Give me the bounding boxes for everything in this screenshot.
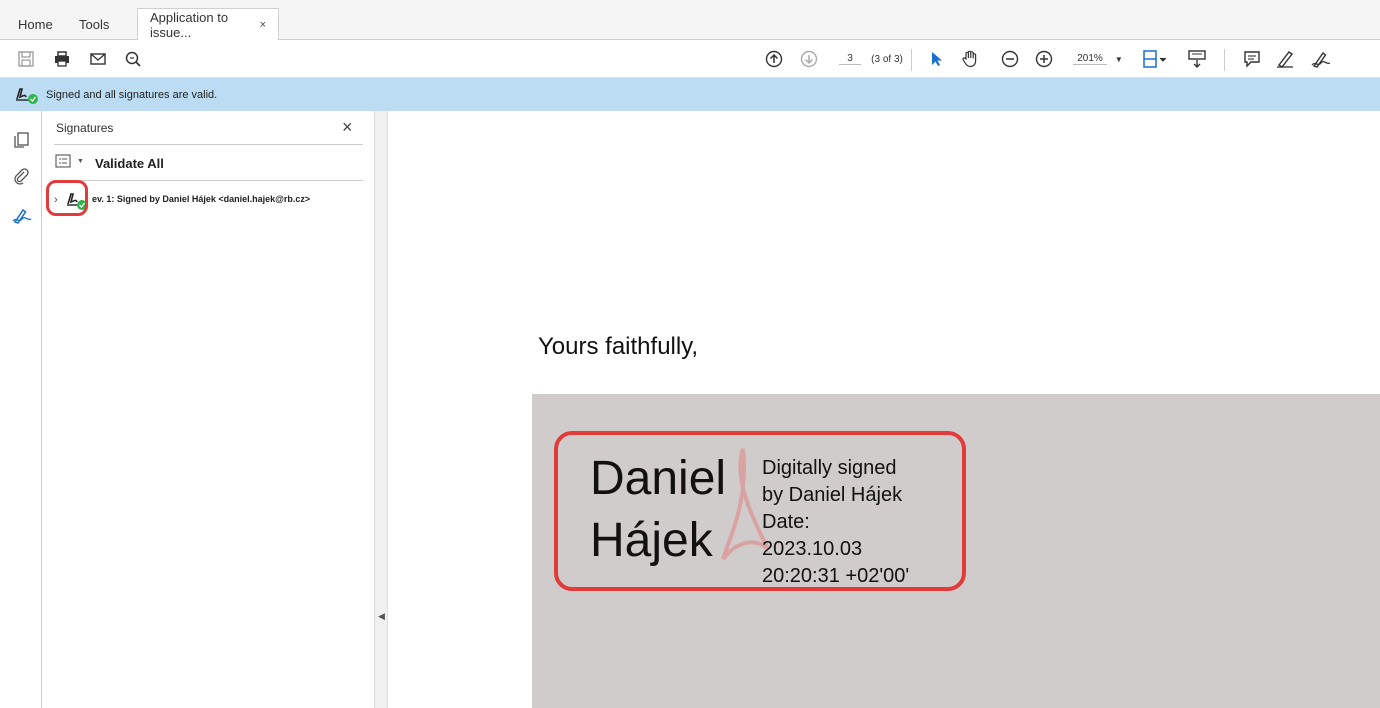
page-total: (3 of 3) [866, 40, 908, 78]
panel-divider [54, 144, 363, 145]
page-total-label: (3 of 3) [871, 53, 903, 65]
tab-document[interactable]: Application to issue... × [137, 8, 279, 41]
signatures-panel: Signatures × ▼ Validate All › ev. 1: Sig… [42, 111, 374, 708]
validate-all-button[interactable]: Validate All [95, 156, 164, 171]
options-list-icon [55, 154, 71, 168]
print-icon[interactable] [50, 40, 74, 78]
signature-status-text: Signed and all signatures are valid. [46, 88, 218, 101]
tab-document-label: Application to issue... [150, 10, 229, 40]
email-icon[interactable] [86, 40, 110, 78]
attachments-icon[interactable] [12, 167, 30, 185]
detail-line: 20:20:31 +02'00' [762, 565, 910, 587]
detail-line: Date: [762, 511, 810, 533]
scroll-mode-icon[interactable] [1183, 40, 1211, 78]
tab-bar: Home Tools Application to issue... × [0, 0, 1380, 41]
page-display-icon[interactable] [1138, 40, 1174, 78]
tab-tools[interactable]: Tools [79, 8, 109, 40]
toolbar-separator [1224, 49, 1225, 71]
toolbar: 3 (3 of 3) 201% ▼ [0, 40, 1380, 78]
signatures-panel-icon[interactable] [12, 207, 32, 225]
toolbar-separator [911, 49, 912, 71]
chevron-down-icon: ▼ [1114, 54, 1123, 64]
closing-text: Yours faithfully, [538, 333, 699, 360]
tab-home[interactable]: Home [18, 8, 53, 40]
tab-tools-label: Tools [79, 16, 110, 32]
signature-details: Digitally signed by Daniel Hájek Date: 2… [762, 455, 909, 590]
tab-close-icon[interactable]: × [260, 19, 266, 31]
zoom-out-icon[interactable] [998, 40, 1022, 78]
save-icon[interactable] [14, 40, 38, 78]
next-page-icon[interactable] [797, 40, 821, 78]
sign-icon[interactable] [1307, 40, 1335, 78]
page-current: 3 [839, 53, 861, 65]
previous-page-icon[interactable] [762, 40, 786, 78]
tab-home-label: Home [18, 16, 53, 32]
search-icon[interactable] [121, 40, 145, 78]
signer-name-line1: Daniel [590, 452, 727, 505]
signature-appearance[interactable]: Daniel Hájek Digitally signed by Daniel … [554, 431, 966, 591]
page-number-input[interactable]: 3 [834, 40, 866, 78]
hand-tool-icon[interactable] [957, 40, 983, 78]
panel-title: Signatures [56, 121, 114, 135]
signature-valid-icon [14, 85, 40, 105]
detail-line: by Daniel Hájek [762, 484, 903, 506]
chevron-down-icon: ▼ [77, 157, 84, 165]
collapse-arrow-icon[interactable]: ◀ [378, 611, 385, 622]
detail-line: Digitally signed [762, 457, 897, 479]
signer-name-line2: Hájek [590, 514, 713, 567]
validate-options-button[interactable]: ▼ [55, 154, 84, 168]
detail-line: 2023.10.03 [762, 538, 863, 560]
select-tool-icon[interactable] [924, 40, 948, 78]
signature-revision-item[interactable]: › ev. 1: Signed by Daniel Hájek <daniel.… [46, 180, 368, 216]
zoom-in-icon[interactable] [1032, 40, 1056, 78]
document-viewer: Yours faithfully, Daniel Hájek Digitally… [388, 111, 1380, 708]
zoom-dropdown[interactable]: 201% ▼ [1068, 40, 1128, 78]
highlight-pen-icon[interactable] [1273, 40, 1297, 78]
navigation-rail [0, 111, 42, 708]
signature-status-bar: Signed and all signatures are valid. [0, 78, 1380, 111]
panel-splitter[interactable]: ◀ [374, 111, 388, 708]
highlight-circle [46, 180, 88, 216]
signature-field[interactable]: Daniel Hájek Digitally signed by Daniel … [532, 394, 1380, 708]
page-thumbnails-icon[interactable] [12, 131, 30, 149]
panel-divider [54, 180, 363, 181]
revision-label: ev. 1: Signed by Daniel Hájek <daniel.ha… [92, 194, 311, 204]
comment-icon[interactable] [1240, 40, 1264, 78]
panel-close-icon[interactable]: × [342, 117, 353, 138]
zoom-value: 201% [1073, 53, 1107, 65]
